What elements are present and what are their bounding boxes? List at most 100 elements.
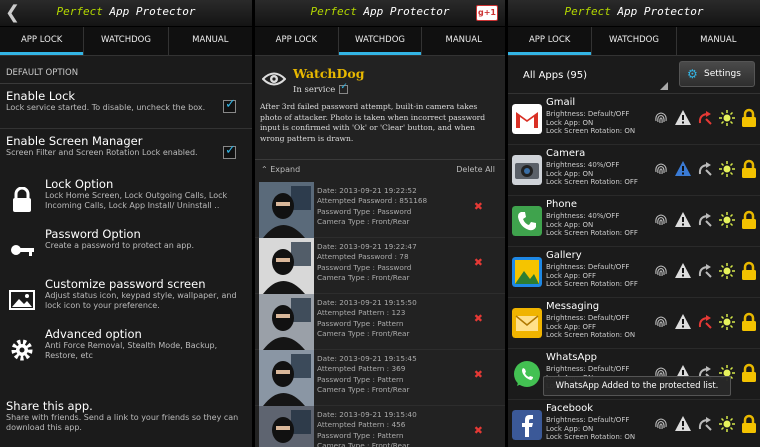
- delete-log-icon[interactable]: ✖: [474, 200, 483, 213]
- password-option-item[interactable]: Password Option Create a password to prot…: [0, 225, 252, 275]
- rotation-lock-icon[interactable]: [695, 108, 715, 128]
- app-settings-info: Brightness: Default/OFF Lock App: OFF Lock…: [546, 263, 638, 289]
- warning-icon[interactable]: [673, 159, 693, 179]
- attacker-photo[interactable]: [259, 238, 314, 294]
- log-date: Date: 2013-09-21 19:15:40: [317, 410, 417, 419]
- log-entry[interactable]: Date: 2013-09-21 19:22:47 Attempted Passw…: [255, 238, 505, 294]
- tab-app-lock[interactable]: APP LOCK: [255, 27, 339, 55]
- padlock-icon[interactable]: [739, 261, 759, 281]
- rotation-lock-icon[interactable]: [695, 210, 715, 230]
- rotation-lock-icon[interactable]: [695, 414, 715, 434]
- delete-log-icon[interactable]: ✖: [474, 424, 483, 437]
- log-entry[interactable]: Date: 2013-09-21 19:15:40 Attempted Patte…: [255, 406, 505, 447]
- app-row-messaging[interactable]: Messaging Brightness: Default/OFF Lock App…: [508, 298, 760, 349]
- warning-icon[interactable]: [673, 210, 693, 230]
- fingerprint-icon[interactable]: [651, 159, 671, 179]
- lock-option-item[interactable]: Lock Option Lock Home Screen, Lock Outgoi…: [0, 175, 252, 225]
- fingerprint-icon[interactable]: [651, 261, 671, 281]
- tab-app-lock[interactable]: APP LOCK: [0, 27, 85, 55]
- facebook-icon: [512, 410, 542, 440]
- padlock-icon[interactable]: [739, 363, 759, 383]
- brightness-icon[interactable]: [717, 414, 737, 434]
- warning-icon[interactable]: [673, 414, 693, 434]
- log-entry[interactable]: Date: 2013-09-21 19:15:45 Attempted Patte…: [255, 350, 505, 406]
- padlock-icon[interactable]: [739, 159, 759, 179]
- rotation-lock-icon[interactable]: [695, 312, 715, 332]
- log-entry[interactable]: Date: 2013-09-21 19:22:52 Attempted Passw…: [255, 182, 505, 238]
- log-entry[interactable]: Date: 2013-09-21 19:15:50 Attempted Patte…: [255, 294, 505, 350]
- delete-log-icon[interactable]: ✖: [474, 256, 483, 269]
- fingerprint-icon[interactable]: [651, 312, 671, 332]
- brightness-icon[interactable]: [717, 108, 737, 128]
- enable-screen-row[interactable]: Enable Screen Manager Screen Filter and …: [0, 129, 252, 175]
- padlock-icon[interactable]: [739, 108, 759, 128]
- tab-manual[interactable]: MANUAL: [169, 27, 252, 55]
- app-row-phone[interactable]: Phone Brightness: 40%/OFF Lock App: ON Lock…: [508, 196, 760, 247]
- padlock-icon[interactable]: [739, 210, 759, 230]
- app-row-facebook[interactable]: Facebook Brightness: Default/OFF Lock App:…: [508, 400, 760, 447]
- advanced-option-title: Advanced option: [45, 327, 142, 341]
- rotation-lock-icon[interactable]: [695, 261, 715, 281]
- enable-screen-checkbox[interactable]: [223, 143, 236, 159]
- share-app-item[interactable]: Share this app. Share with friends. Send…: [6, 399, 246, 433]
- attacker-photo[interactable]: [259, 350, 314, 406]
- brightness-icon[interactable]: [717, 261, 737, 281]
- watchdog-description: After 3rd failed password attempt, built…: [260, 102, 486, 143]
- rotation-lock-icon[interactable]: [695, 159, 715, 179]
- app-row-camera[interactable]: Camera Brightness: 40%/OFF Lock App: ON Loc…: [508, 145, 760, 196]
- title-bar: Perfect App Protector: [508, 0, 760, 27]
- log-password-type: Password Type : Password: [317, 262, 412, 272]
- expand-button[interactable]: ⌃ Expand: [261, 165, 300, 174]
- lock-option-desc: Lock Home Screen, Lock Outgoing Calls, L…: [45, 191, 228, 210]
- google-plus-button[interactable]: g+1: [476, 5, 498, 21]
- log-info: Date: 2013-09-21 19:15:45 Attempted Patte…: [317, 354, 417, 395]
- app-action-icons: [651, 312, 759, 332]
- brightness-icon[interactable]: [717, 312, 737, 332]
- tab-watchdog[interactable]: WATCHDOG: [84, 27, 169, 55]
- app-name: Facebook: [546, 403, 593, 414]
- delete-log-icon[interactable]: ✖: [474, 368, 483, 381]
- in-service-checkbox[interactable]: [339, 82, 349, 94]
- app-brightness: Brightness: Default/OFF: [546, 416, 630, 424]
- warning-icon[interactable]: [673, 261, 693, 281]
- fingerprint-icon[interactable]: [651, 414, 671, 434]
- settings-button[interactable]: ⚙ Settings: [679, 61, 755, 87]
- log-attempt: Attempted Pattern : 369: [317, 364, 406, 374]
- app-row-gmail[interactable]: Gmail Brightness: Default/OFF Lock App: ON…: [508, 94, 760, 145]
- fingerprint-icon[interactable]: [651, 108, 671, 128]
- watchdog-title: WatchDog: [293, 66, 365, 81]
- app-title: Perfect App Protector: [310, 5, 450, 18]
- advanced-option-desc: Anti Force Removal, Stealth Mode, Backup…: [45, 341, 218, 360]
- watchdog-screen: Perfect App Protector g+1 APP LOCK WATCH…: [255, 0, 505, 447]
- brightness-icon[interactable]: [717, 159, 737, 179]
- brightness-icon[interactable]: [717, 210, 737, 230]
- attacker-photo[interactable]: [259, 406, 314, 447]
- app-rotation-status: Lock Screen Rotation: OFF: [546, 229, 638, 238]
- app-title: Perfect App Protector: [564, 5, 704, 18]
- enable-lock-desc: Lock service started. To disable, unchec…: [6, 103, 206, 112]
- app-row-gallery[interactable]: Gallery Brightness: Default/OFF Lock App: …: [508, 247, 760, 298]
- tab-watchdog[interactable]: WATCHDOG: [338, 27, 423, 55]
- log-attempt: Attempted Password : 78: [317, 252, 409, 262]
- tab-app-lock[interactable]: APP LOCK: [508, 27, 593, 55]
- enable-lock-row[interactable]: Enable Lock Lock service started. To dis…: [0, 84, 252, 129]
- warning-icon[interactable]: [673, 108, 693, 128]
- fingerprint-icon[interactable]: [651, 210, 671, 230]
- tab-manual[interactable]: MANUAL: [422, 27, 505, 55]
- padlock-icon[interactable]: [739, 312, 759, 332]
- app-name: WhatsApp: [546, 352, 598, 363]
- enable-lock-title: Enable Lock: [6, 89, 76, 103]
- in-service-row[interactable]: In service: [293, 82, 349, 95]
- delete-all-button[interactable]: Delete All: [456, 165, 495, 174]
- enable-lock-checkbox[interactable]: [223, 97, 236, 113]
- padlock-icon[interactable]: [739, 414, 759, 434]
- advanced-option-item[interactable]: Advanced option Anti Force Removal, Steal…: [0, 325, 252, 375]
- delete-log-icon[interactable]: ✖: [474, 312, 483, 325]
- attacker-photo[interactable]: [259, 294, 314, 350]
- password-option-title: Password Option: [45, 227, 141, 241]
- tab-watchdog[interactable]: WATCHDOG: [592, 27, 677, 55]
- attacker-photo[interactable]: [259, 182, 314, 238]
- warning-icon[interactable]: [673, 312, 693, 332]
- customize-screen-item[interactable]: Customize password screen Adjust status i…: [0, 275, 252, 325]
- tab-manual[interactable]: MANUAL: [677, 27, 760, 55]
